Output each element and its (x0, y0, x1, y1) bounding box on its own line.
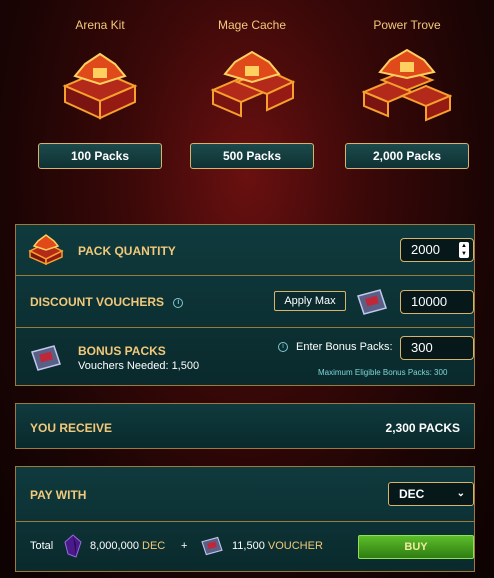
discount-vouchers-text: DISCOUNT VOUCHERS (30, 295, 165, 309)
voucher-unit: VOUCHER (267, 540, 323, 552)
pack-card-mage-cache: Mage Cache 500 Packs (187, 0, 317, 180)
pack-2000-button[interactable]: 2,000 Packs (345, 143, 469, 169)
pack-quantity-input[interactable]: 2000 ▲ ▼ (400, 238, 474, 262)
purchase-options-panel: PACK QUANTITY 2000 ▲ ▼ DISCOUNT VOUCHERS … (15, 224, 475, 386)
plus-sign: + (181, 540, 188, 552)
voucher-amount: 11,500 VOUCHER (232, 540, 323, 552)
total-label: Total (30, 540, 54, 552)
pack-title: Mage Cache (217, 18, 287, 32)
pack-500-button[interactable]: 500 Packs (190, 143, 314, 169)
buy-button[interactable]: BUY (358, 535, 474, 559)
apply-max-button[interactable]: Apply Max (274, 291, 346, 311)
chevron-down-icon: ⌄ (456, 488, 465, 499)
you-receive-panel: YOU RECEIVE 2,300 PACKS (15, 403, 475, 449)
info-icon[interactable]: i (278, 342, 288, 352)
pack-chest-icon (362, 48, 452, 122)
pack-100-button[interactable]: 100 Packs (38, 143, 162, 169)
pack-card-power-trove: Power Trove 2,000 Packs (342, 0, 472, 180)
voucher-amount-value: 11,500 (232, 540, 265, 552)
voucher-icon (201, 536, 223, 556)
pack-icon (28, 234, 64, 265)
bonus-packs-row: BONUS PACKS Vouchers Needed: 1,500 i Ent… (16, 327, 474, 387)
you-receive-label: YOU RECEIVE (30, 421, 113, 435)
pack-options: Arena Kit 100 Packs Mage Cache 500 Packs… (0, 0, 494, 180)
currency-select-value: DEC (399, 487, 425, 501)
pay-with-row: PAY WITH DEC ⌄ (16, 467, 474, 521)
bonus-packs-input[interactable]: 300 (400, 336, 474, 360)
vouchers-needed-text: Vouchers Needed: 1,500 (78, 360, 200, 372)
dec-amount-value: 8,000,000 (90, 540, 139, 552)
voucher-icon (357, 289, 387, 315)
total-row: Total 8,000,000 DEC + 11,500 VOUCHER BUY (16, 521, 474, 573)
pack-card-arena-kit: Arena Kit 100 Packs (35, 0, 165, 180)
pack-title: Power Trove (373, 18, 441, 32)
pack-chest-icon (62, 52, 138, 120)
info-icon[interactable]: i (173, 297, 184, 308)
pack-quantity-label: PACK QUANTITY (78, 244, 176, 258)
pay-with-panel: PAY WITH DEC ⌄ Total 8,000,000 DEC + 11,… (15, 466, 475, 572)
enter-bonus-packs-label: Enter Bonus Packs: (296, 341, 393, 353)
you-receive-value: 2,300 PACKS (385, 421, 460, 435)
bonus-packs-label: BONUS PACKS (78, 344, 166, 358)
pack-chest-icon (210, 50, 296, 118)
pack-quantity-value: 2000 (411, 242, 440, 257)
dec-unit: DEC (142, 540, 166, 552)
discount-vouchers-label: DISCOUNT VOUCHERS i (30, 295, 184, 309)
dec-amount: 8,000,000 DEC (90, 540, 165, 552)
max-eligible-bonus-text: Maximum Eligible Bonus Packs: 300 (318, 368, 448, 377)
discount-vouchers-input[interactable]: 10000 (400, 290, 474, 314)
pack-quantity-row: PACK QUANTITY 2000 ▲ ▼ (16, 225, 474, 275)
dec-crystal-icon (64, 534, 82, 558)
pay-with-label: PAY WITH (30, 488, 87, 502)
currency-select[interactable]: DEC ⌄ (388, 482, 474, 506)
voucher-icon (31, 345, 61, 371)
discount-vouchers-row: DISCOUNT VOUCHERS i Apply Max 10000 (16, 275, 474, 327)
quantity-stepper[interactable]: ▲ ▼ (459, 242, 469, 258)
pack-title: Arena Kit (75, 18, 125, 32)
